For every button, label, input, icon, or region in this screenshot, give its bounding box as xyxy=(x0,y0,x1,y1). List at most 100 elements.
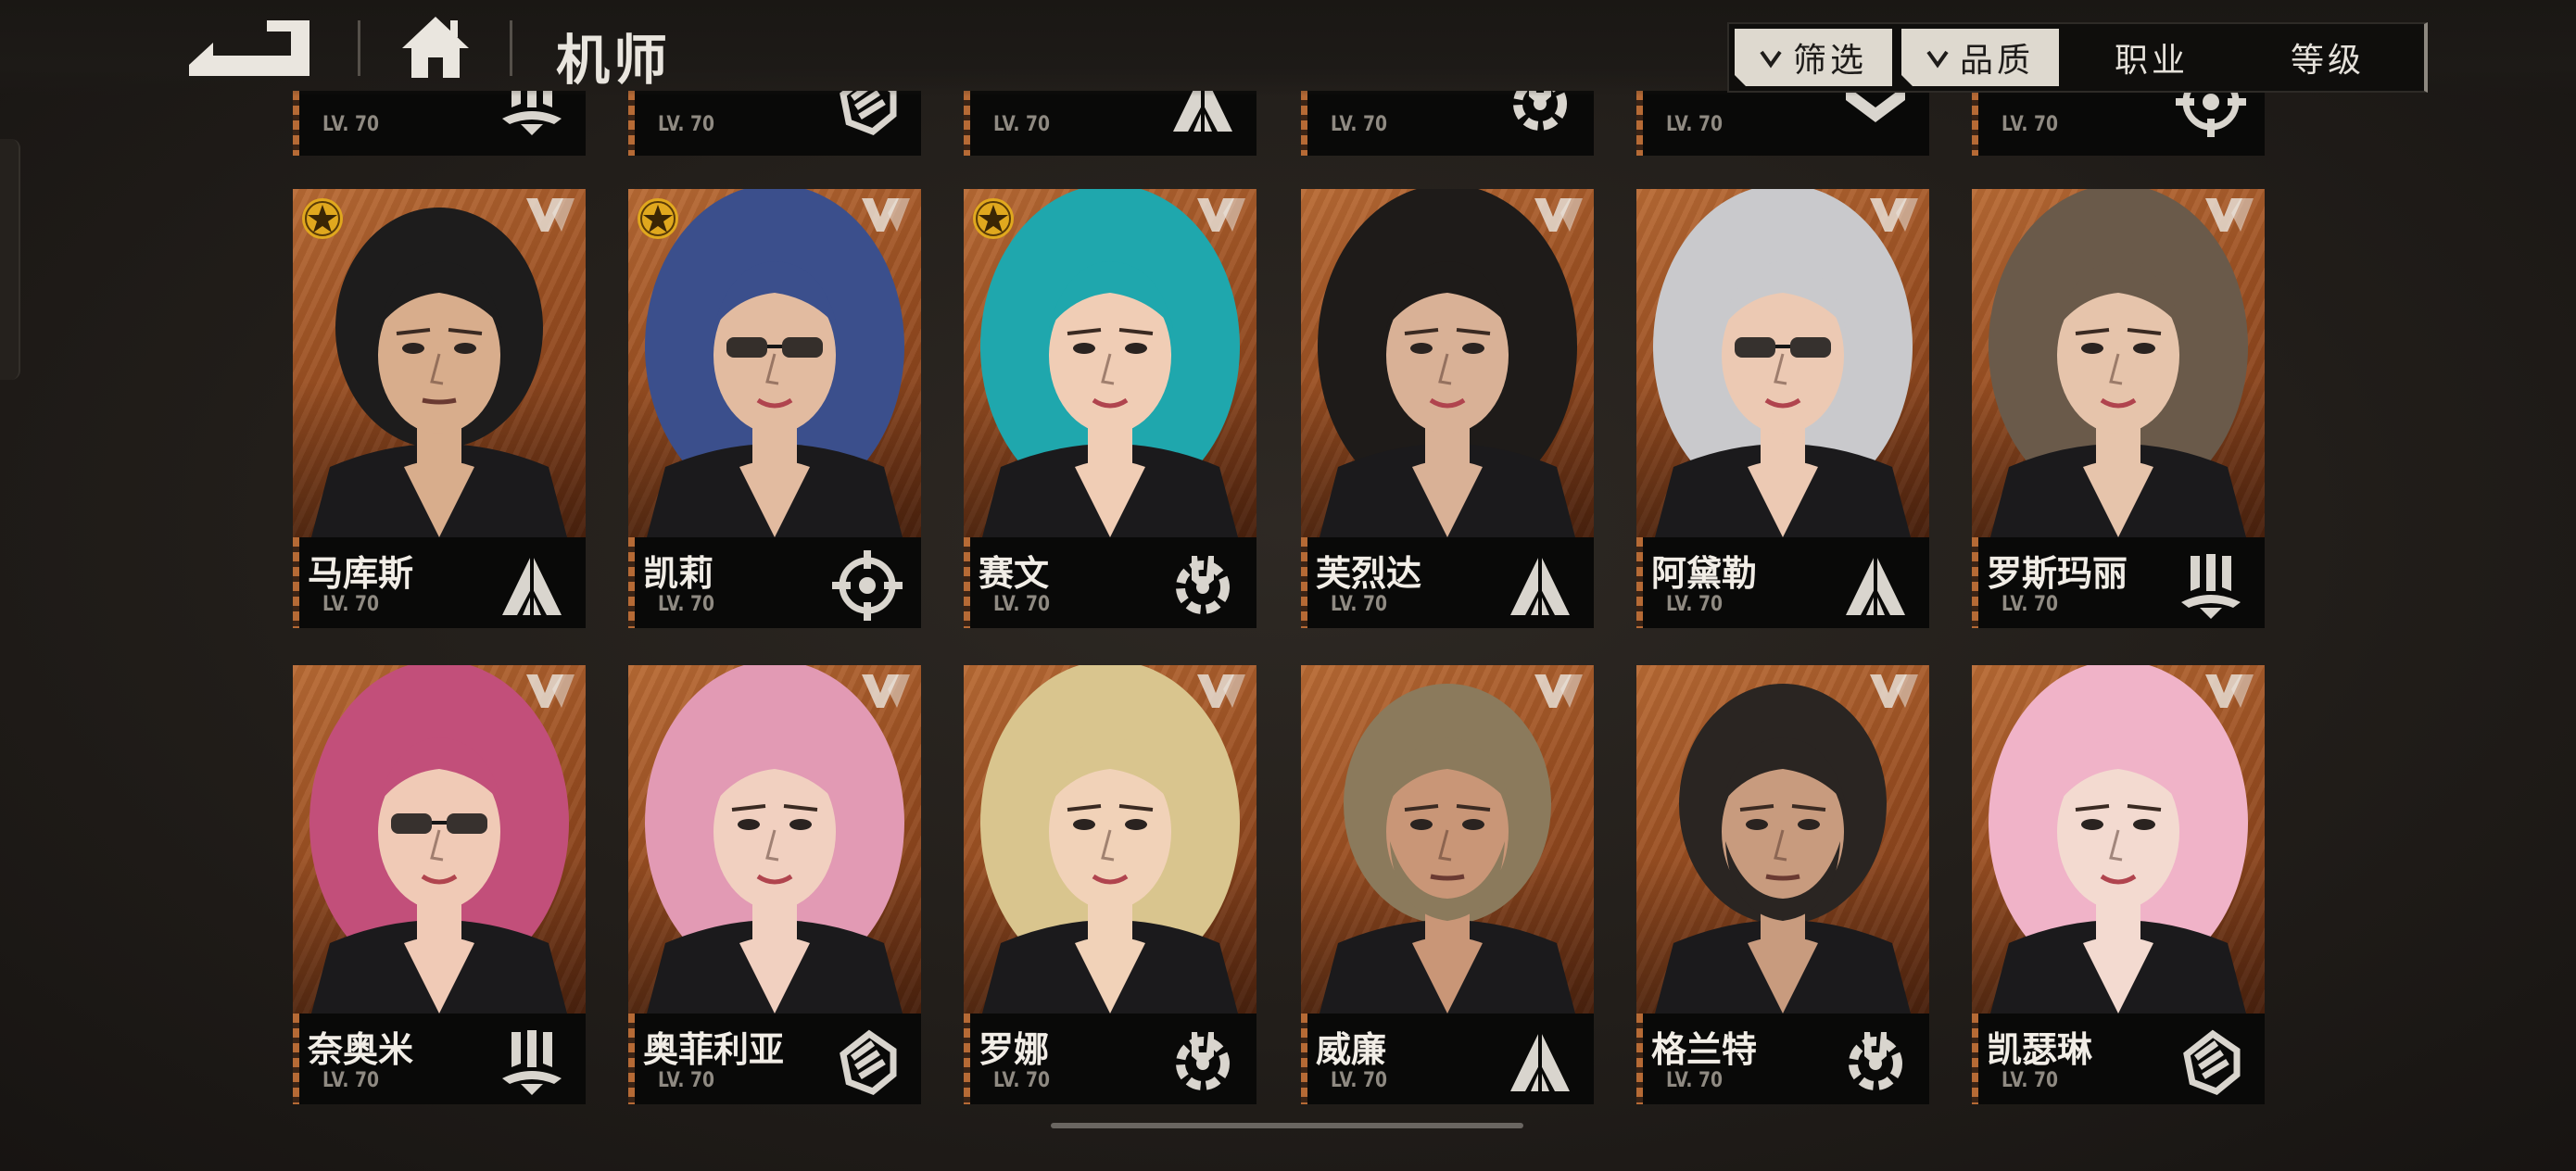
wrench-class-icon xyxy=(1168,1026,1238,1097)
faction-emblem-icon xyxy=(524,673,576,710)
filter-label: 职业 xyxy=(2114,42,2189,80)
pilot-portrait xyxy=(964,665,1256,1014)
faction-emblem-icon xyxy=(1533,196,1585,233)
card-info: 奈奥米 LV. 70 xyxy=(293,1014,586,1104)
pilot-portrait xyxy=(1636,665,1929,1014)
filter-button-1[interactable]: 品质 xyxy=(1901,29,2059,86)
pilot-level: LV. 70 xyxy=(658,113,715,136)
card-info: 格兰特 LV. 70 xyxy=(1636,1014,1929,1104)
pilot-card[interactable]: 芙烈达 LV. 70 xyxy=(1301,189,1594,628)
divider xyxy=(358,20,360,76)
pilot-card-partial[interactable]: LV. 70 xyxy=(964,91,1256,156)
pilot-card[interactable]: 奈奥米 LV. 70 xyxy=(293,665,586,1104)
pilot-portrait-art xyxy=(645,189,904,537)
back-button[interactable] xyxy=(182,19,321,78)
pilot-name: 格兰特 xyxy=(1651,1029,1758,1070)
pilot-name: 罗娜 xyxy=(979,1029,1050,1070)
top-bar: 机师 筛选 品质 职业 等级 xyxy=(0,0,2576,96)
pilot-level: LV. 70 xyxy=(658,593,715,616)
pilot-card[interactable]: 奥菲利亚 LV. 70 xyxy=(628,665,921,1104)
fist-class-icon xyxy=(832,1026,903,1097)
card-info: 罗娜 LV. 70 xyxy=(964,1014,1256,1104)
claw-class-icon xyxy=(497,91,567,137)
card-info: 赛文 LV. 70 xyxy=(964,537,1256,628)
card-info: 奥菲利亚 LV. 70 xyxy=(628,1014,921,1104)
card-info: 罗斯玛丽 LV. 70 xyxy=(1972,537,2265,628)
arrow-class-icon xyxy=(1505,550,1575,621)
arrow-class-icon xyxy=(1168,91,1238,137)
card-info: LV. 70 xyxy=(964,91,1256,156)
pilot-card[interactable]: 罗斯玛丽 LV. 70 xyxy=(1972,189,2265,628)
home-button[interactable] xyxy=(398,13,473,82)
pilot-card[interactable]: 阿黛勒 LV. 70 xyxy=(1636,189,1929,628)
filter-label: 品质 xyxy=(1959,42,2034,80)
pilot-name: 赛文 xyxy=(979,553,1050,594)
pilot-card-partial[interactable]: LV. 70 xyxy=(293,91,586,156)
pilot-portrait-art xyxy=(980,665,1240,1014)
faction-emblem-icon xyxy=(1868,196,1920,233)
back-arrow-icon xyxy=(189,20,309,76)
pilot-portrait-art xyxy=(1653,189,1913,537)
faction-emblem-icon xyxy=(524,196,576,233)
pilot-name: 罗斯玛丽 xyxy=(1987,553,2128,594)
pilot-name: 阿黛勒 xyxy=(1651,553,1758,594)
pilot-roster-screen: 机师 筛选 品质 职业 等级 LV. 70 LV. 70 LV. 70 LV. 70 LV. … xyxy=(0,0,2576,1171)
pilot-portrait xyxy=(628,189,921,537)
filter-button-3[interactable]: 等级 xyxy=(2244,29,2411,86)
pilot-portrait xyxy=(293,665,586,1014)
pilot-portrait xyxy=(628,665,921,1014)
pilot-name: 威廉 xyxy=(1316,1029,1387,1070)
pilot-level: LV. 70 xyxy=(2001,1069,2059,1092)
pilot-portrait-art xyxy=(1655,684,1911,1014)
filter-label: 筛选 xyxy=(1792,42,1867,80)
filter-button-2[interactable]: 职业 xyxy=(2068,29,2235,86)
faction-emblem-icon xyxy=(2203,673,2255,710)
pilot-name: 奥菲利亚 xyxy=(643,1029,785,1070)
card-info: 凯莉 LV. 70 xyxy=(628,537,921,628)
pilot-portrait-art xyxy=(1989,189,2248,537)
fist-class-icon xyxy=(832,91,903,137)
divider xyxy=(510,20,512,76)
pilot-card[interactable]: 马库斯 LV. 70 xyxy=(293,189,586,628)
pilot-card[interactable]: 凯瑟琳 LV. 70 xyxy=(1972,665,2265,1104)
pilot-card[interactable]: 赛文 LV. 70 xyxy=(964,189,1256,628)
target-class-icon xyxy=(2176,91,2246,137)
pilot-portrait xyxy=(1972,665,2265,1014)
card-info: LV. 70 xyxy=(1972,91,2265,156)
card-info: LV. 70 xyxy=(1636,91,1929,156)
chevron-class-icon xyxy=(1840,91,1911,137)
pilot-level: LV. 70 xyxy=(993,113,1051,136)
pilot-level: LV. 70 xyxy=(1331,1069,1388,1092)
pilot-level: LV. 70 xyxy=(993,593,1051,616)
arrow-class-icon xyxy=(1505,1026,1575,1097)
pilot-card-partial[interactable]: LV. 70 xyxy=(628,91,921,156)
wrench-class-icon xyxy=(1840,1026,1911,1097)
pilot-level: LV. 70 xyxy=(322,593,380,616)
pilot-card[interactable]: 威廉 LV. 70 xyxy=(1301,665,1594,1104)
pilot-portrait xyxy=(1301,189,1594,537)
pilot-name: 凯莉 xyxy=(643,553,714,594)
pilot-card-partial[interactable]: LV. 70 xyxy=(1972,91,2265,156)
star-badge-icon xyxy=(971,196,1016,241)
pilot-portrait-art xyxy=(645,665,904,1014)
edge-panel xyxy=(0,139,20,380)
filter-bar: 筛选 品质 职业 等级 xyxy=(1727,22,2428,93)
home-indicator[interactable] xyxy=(1051,1123,1523,1128)
wrench-class-icon xyxy=(1505,91,1575,137)
filter-button-0[interactable]: 筛选 xyxy=(1735,29,1892,86)
pilot-portrait-art xyxy=(309,665,569,1014)
pilot-name: 奈奥米 xyxy=(308,1029,414,1070)
pilot-card[interactable]: 罗娜 LV. 70 xyxy=(964,665,1256,1104)
filter-label: 等级 xyxy=(2290,42,2365,80)
pilot-name: 凯瑟琳 xyxy=(1987,1029,2093,1070)
pilot-portrait xyxy=(1972,189,2265,537)
star-badge-icon xyxy=(300,196,345,241)
faction-emblem-icon xyxy=(1868,673,1920,710)
pilot-card[interactable]: 凯莉 LV. 70 xyxy=(628,189,921,628)
card-info: LV. 70 xyxy=(293,91,586,156)
card-info: 凯瑟琳 LV. 70 xyxy=(1972,1014,2265,1104)
pilot-card[interactable]: 格兰特 LV. 70 xyxy=(1636,665,1929,1104)
pilot-card-partial[interactable]: LV. 70 xyxy=(1301,91,1594,156)
pilot-level: LV. 70 xyxy=(1666,593,1724,616)
pilot-card-partial[interactable]: LV. 70 xyxy=(1636,91,1929,156)
